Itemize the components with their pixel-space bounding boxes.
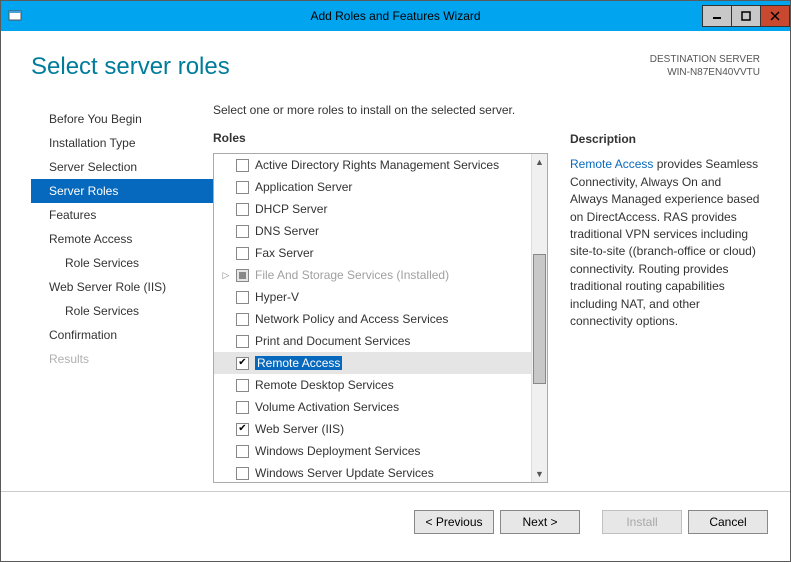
wizard-icon <box>1 1 29 31</box>
destination-label: DESTINATION SERVER <box>650 53 760 66</box>
role-item[interactable]: Fax Server <box>214 242 531 264</box>
next-button[interactable]: Next > <box>500 510 580 534</box>
role-item[interactable]: Remote Desktop Services <box>214 374 531 396</box>
role-label: Windows Server Update Services <box>255 466 434 480</box>
role-checkbox[interactable] <box>236 203 249 216</box>
install-button: Install <box>602 510 682 534</box>
role-item[interactable]: Network Policy and Access Services <box>214 308 531 330</box>
description-link: Remote Access <box>570 157 653 171</box>
previous-button[interactable]: < Previous <box>414 510 494 534</box>
role-item[interactable]: Windows Deployment Services <box>214 440 531 462</box>
expander-icon[interactable]: ▷ <box>220 270 232 281</box>
role-item[interactable]: Hyper-V <box>214 286 531 308</box>
role-item[interactable]: DHCP Server <box>214 198 531 220</box>
description-body: provides Seamless Connectivity, Always O… <box>570 157 759 328</box>
role-item[interactable]: Windows Server Update Services <box>214 462 531 482</box>
roles-heading: Roles <box>213 131 548 145</box>
role-checkbox[interactable] <box>236 379 249 392</box>
role-label: Fax Server <box>255 246 314 260</box>
role-label: DHCP Server <box>255 202 327 216</box>
role-item[interactable]: ▷ File And Storage Services (Installed) <box>214 264 531 286</box>
role-label: Volume Activation Services <box>255 400 399 414</box>
instruction-text: Select one or more roles to install on t… <box>213 103 760 117</box>
role-checkbox[interactable] <box>236 423 249 436</box>
role-checkbox[interactable] <box>236 269 249 282</box>
role-label: Active Directory Rights Management Servi… <box>255 158 499 172</box>
scrollbar[interactable]: ▲ ▼ <box>531 154 547 482</box>
role-label: Hyper-V <box>255 290 299 304</box>
role-checkbox[interactable] <box>236 335 249 348</box>
sidebar-item[interactable]: Web Server Role (IIS) <box>31 275 213 299</box>
role-checkbox[interactable] <box>236 357 249 370</box>
description-text: Remote Access provides Seamless Connecti… <box>570 156 760 330</box>
minimize-button[interactable] <box>702 5 732 27</box>
role-item[interactable]: Web Server (IIS) <box>214 418 531 440</box>
window-title: Add Roles and Features Wizard <box>1 9 790 23</box>
sidebar-item[interactable]: Before You Begin <box>31 107 213 131</box>
role-checkbox[interactable] <box>236 247 249 260</box>
sidebar-item[interactable]: Confirmation <box>31 323 213 347</box>
role-item[interactable]: Print and Document Services <box>214 330 531 352</box>
sidebar-item[interactable]: Server Selection <box>31 155 213 179</box>
role-checkbox[interactable] <box>236 159 249 172</box>
role-checkbox[interactable] <box>236 445 249 458</box>
destination-server-name: WIN-N87EN40VVTU <box>650 66 760 79</box>
role-item[interactable]: Volume Activation Services <box>214 396 531 418</box>
scroll-thumb[interactable] <box>533 254 546 384</box>
title-bar: Add Roles and Features Wizard <box>1 1 790 31</box>
sidebar-item[interactable]: Installation Type <box>31 131 213 155</box>
role-checkbox[interactable] <box>236 181 249 194</box>
sidebar-item[interactable]: Remote Access <box>31 227 213 251</box>
close-button[interactable] <box>760 5 790 27</box>
role-label: Windows Deployment Services <box>255 444 420 458</box>
role-label: Web Server (IIS) <box>255 422 344 436</box>
role-item[interactable]: DNS Server <box>214 220 531 242</box>
wizard-steps-sidebar: Before You BeginInstallation TypeServer … <box>31 103 213 483</box>
description-heading: Description <box>570 131 760 148</box>
sidebar-item[interactable]: Server Roles <box>31 179 213 203</box>
role-checkbox[interactable] <box>236 313 249 326</box>
role-label: Remote Desktop Services <box>255 378 394 392</box>
role-label: Network Policy and Access Services <box>255 312 448 326</box>
sidebar-item[interactable]: Role Services <box>31 251 213 275</box>
sidebar-item[interactable]: Role Services <box>31 299 213 323</box>
role-checkbox[interactable] <box>236 467 249 480</box>
footer-buttons: < Previous Next > Install Cancel <box>1 491 790 551</box>
role-label: Remote Access <box>255 356 342 370</box>
role-item[interactable]: Remote Access <box>214 352 531 374</box>
sidebar-item: Results <box>31 347 213 371</box>
role-checkbox[interactable] <box>236 401 249 414</box>
role-label: Print and Document Services <box>255 334 410 348</box>
page-title: Select server roles <box>31 53 230 81</box>
role-label: Application Server <box>255 180 352 194</box>
role-checkbox[interactable] <box>236 225 249 238</box>
scroll-up-icon[interactable]: ▲ <box>532 154 547 170</box>
role-checkbox[interactable] <box>236 291 249 304</box>
scroll-down-icon[interactable]: ▼ <box>532 466 547 482</box>
destination-server-info: DESTINATION SERVER WIN-N87EN40VVTU <box>650 53 760 79</box>
cancel-button[interactable]: Cancel <box>688 510 768 534</box>
role-label: File And Storage Services (Installed) <box>255 268 449 282</box>
maximize-button[interactable] <box>731 5 761 27</box>
roles-listbox[interactable]: Active Directory Rights Management Servi… <box>213 153 548 483</box>
sidebar-item[interactable]: Features <box>31 203 213 227</box>
role-item[interactable]: Application Server <box>214 176 531 198</box>
role-item[interactable]: Active Directory Rights Management Servi… <box>214 154 531 176</box>
role-label: DNS Server <box>255 224 319 238</box>
